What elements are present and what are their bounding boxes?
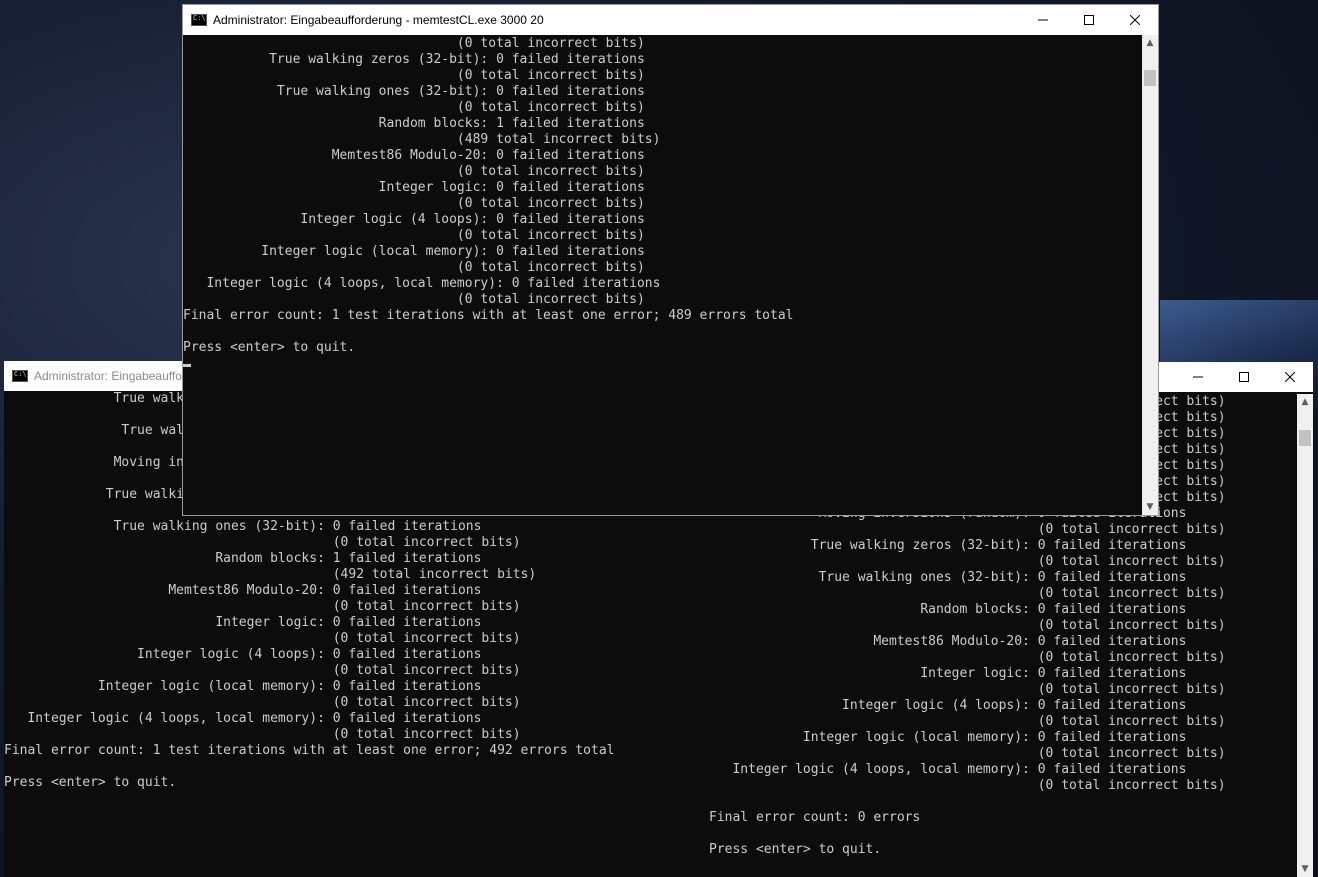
console-line: Integer logic (4 loops): 0 failed iterat…: [709, 698, 1187, 713]
close-icon[interactable]: [1112, 5, 1158, 35]
console-line: Integer logic (local memory): 0 failed i…: [709, 730, 1187, 745]
console-line: (0 total incorrect bits): [183, 164, 645, 179]
console-line: Integer logic: 0 failed iterations: [183, 180, 645, 195]
console-line: Press <enter> to quit.: [4, 775, 177, 790]
console-line: (0 total incorrect bits): [4, 727, 521, 742]
maximize-icon[interactable]: [1221, 362, 1267, 392]
scroll-thumb[interactable]: [1144, 70, 1156, 86]
console-line: (0 total incorrect bits): [709, 682, 1226, 697]
maximize-icon[interactable]: [1066, 5, 1112, 35]
console-line: (0 total incorrect bits): [709, 554, 1226, 569]
console-line: Integer logic: 0 failed iterations: [709, 666, 1187, 681]
scrollbar-right[interactable]: ▲ ▼: [1297, 394, 1313, 877]
console-line: (0 total incorrect bits): [4, 695, 521, 710]
console-line: Integer logic (4 loops, local memory): 0…: [183, 276, 661, 291]
console-line: True walking zeros (32-bit): 0 failed it…: [183, 52, 645, 67]
console-line: Integer logic (local memory): 0 failed i…: [183, 244, 645, 259]
console-line: (0 total incorrect bits): [709, 714, 1226, 729]
console-line: (0 total incorrect bits): [709, 522, 1226, 537]
cmd-icon: [12, 370, 28, 382]
console-line: (0 total incorrect bits): [709, 746, 1226, 761]
console-line: Integer logic (4 loops): 0 failed iterat…: [183, 212, 645, 227]
console-line: Integer logic (4 loops, local memory): 0…: [709, 762, 1187, 777]
console-line: (0 total incorrect bits): [183, 260, 645, 275]
cmd-icon: [191, 14, 207, 26]
scroll-thumb[interactable]: [1299, 430, 1311, 446]
console-line: (0 total incorrect bits): [4, 599, 521, 614]
console-line: (0 total incorrect bits): [183, 292, 645, 307]
scroll-down-icon[interactable]: ▼: [1297, 861, 1313, 877]
console-line: Random blocks: 0 failed iterations: [709, 602, 1187, 617]
scroll-up-icon[interactable]: ▲: [1297, 394, 1313, 410]
console-line: True walking zeros (32-bit): 0 failed it…: [709, 538, 1187, 553]
console-line: (0 total incorrect bits): [709, 618, 1226, 633]
console-line: Memtest86 Modulo-20: 0 failed iterations: [4, 583, 482, 598]
console-line: Integer logic: 0 failed iterations: [4, 615, 482, 630]
console-line: (0 total incorrect bits): [709, 778, 1226, 793]
console-line: True walking ones (32-bit): 0 failed ite…: [4, 519, 482, 534]
console-line: (0 total incorrect bits): [183, 68, 645, 83]
console-line: Press <enter> to quit.: [183, 340, 356, 355]
console-line: Memtest86 Modulo-20: 0 failed iterations: [183, 148, 645, 163]
title-bar-top[interactable]: Administrator: Eingabeaufforderung - mem…: [183, 5, 1158, 35]
console-line: (0 total incorrect bits): [709, 650, 1226, 665]
console-line: True walking ones (32-bit): 0 failed ite…: [709, 570, 1187, 585]
scroll-up-icon[interactable]: ▲: [1142, 35, 1158, 51]
console-line: Random blocks: 1 failed iterations: [4, 551, 482, 566]
console-line: (0 total incorrect bits): [183, 196, 645, 211]
console-line: (492 total incorrect bits): [4, 567, 537, 582]
console-line: Integer logic (4 loops): 0 failed iterat…: [4, 647, 482, 662]
close-icon[interactable]: [1267, 362, 1313, 392]
minimize-icon[interactable]: [1175, 362, 1221, 392]
console-line: Final error count: 1 test iterations wit…: [4, 743, 615, 758]
console-line: (0 total incorrect bits): [709, 586, 1226, 601]
console-line: (489 total incorrect bits): [183, 132, 661, 147]
console-line: (0 total incorrect bits): [183, 36, 645, 51]
minimize-icon[interactable]: [1020, 5, 1066, 35]
console-line: Final error count: 0 errors: [709, 810, 921, 825]
console-line: True walking ones (32-bit): 0 failed ite…: [183, 84, 645, 99]
console-line: (0 total incorrect bits): [4, 663, 521, 678]
text-cursor: [183, 356, 1142, 372]
window-title-top: Administrator: Eingabeaufforderung - mem…: [213, 13, 544, 27]
console-line: Press <enter> to quit.: [709, 842, 882, 857]
console-line: Final error count: 1 test iterations wit…: [183, 308, 794, 323]
console-line: Random blocks: 1 failed iterations: [183, 116, 645, 131]
console-line: Integer logic (local memory): 0 failed i…: [4, 679, 482, 694]
console-line: (0 total incorrect bits): [183, 228, 645, 243]
console-line: Memtest86 Modulo-20: 0 failed iterations: [709, 634, 1187, 649]
console-line: (0 total incorrect bits): [4, 535, 521, 550]
console-line: (0 total incorrect bits): [183, 100, 645, 115]
scrollbar-top[interactable]: ▲ ▼: [1142, 35, 1158, 515]
console-line: (0 total incorrect bits): [4, 631, 521, 646]
console-line: Integer logic (4 loops, local memory): 0…: [4, 711, 482, 726]
scroll-down-icon[interactable]: ▼: [1142, 499, 1158, 515]
console-window-top[interactable]: Administrator: Eingabeaufforderung - mem…: [182, 4, 1159, 516]
console-output-top[interactable]: (0 total incorrect bits) True walking ze…: [183, 36, 1142, 515]
